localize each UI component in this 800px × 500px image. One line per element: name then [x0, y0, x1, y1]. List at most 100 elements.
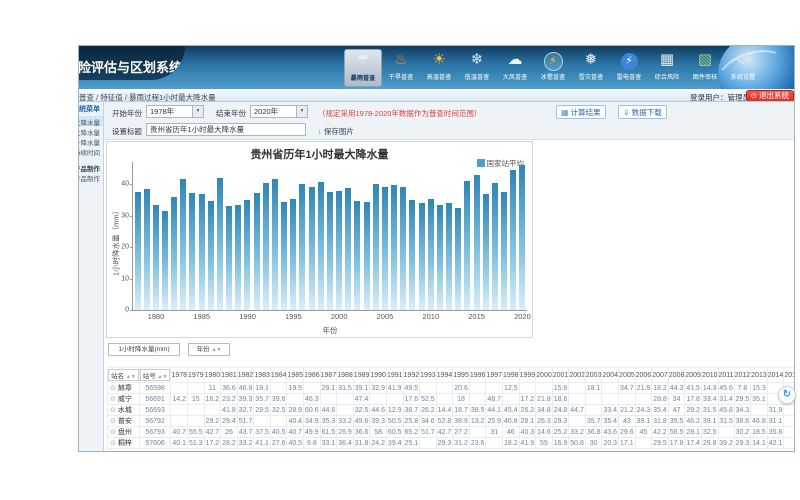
- rainstorm-icon: ☂: [345, 50, 381, 72]
- value-cell: 15.6: [552, 383, 569, 394]
- bar-1995: [290, 199, 296, 310]
- value-cell: 29.3: [734, 438, 751, 449]
- year-column-header: 1983: [254, 368, 271, 383]
- radio-icon[interactable]: ⊙: [110, 396, 116, 403]
- value-cell: 39.3: [370, 416, 387, 427]
- value-cell: 18: [453, 394, 470, 405]
- main-panel: 开始年份 1978年 ▼ 结束年份 2020年 ▼ （规定采用1978-2020…: [104, 102, 795, 452]
- value-cell: 51.3: [188, 438, 205, 449]
- value-cell: [469, 383, 486, 394]
- value-cell: [784, 405, 795, 416]
- floating-refresh-widget[interactable]: ↻: [778, 386, 796, 404]
- value-cell: [204, 405, 221, 416]
- value-cell: 14.1: [751, 438, 768, 449]
- value-cell: 41.9: [519, 438, 536, 449]
- value-cell: 28.1: [685, 427, 702, 438]
- measure-selector[interactable]: 1小时降水量(mm): [108, 343, 180, 356]
- save-image-icon: ↓: [318, 127, 322, 136]
- station-name-cell[interactable]: ⊙ 威宁: [108, 394, 140, 405]
- value-cell: [320, 394, 337, 405]
- value-cell: 18.7: [453, 405, 470, 416]
- radio-icon[interactable]: ⊙: [110, 407, 116, 414]
- nav-item-wind[interactable]: ☁大风普查: [496, 49, 534, 87]
- bar-2004: [373, 184, 379, 310]
- station-name-sort-button[interactable]: 站名 ▲▼: [108, 369, 139, 381]
- value-cell: 39.2: [718, 438, 734, 449]
- sidebar-item-4[interactable]: 基础产品制作: [79, 162, 103, 172]
- value-cell: 26.3: [536, 416, 553, 427]
- y-axis-label: 1小时降水量（mm）: [111, 207, 122, 277]
- value-cell: 35.7: [585, 416, 602, 427]
- nav-item-composite-risk[interactable]: ▦综合风险: [648, 49, 686, 87]
- app-window: 贵州省气象灾害风险评估与区划系统 ☂暴雨普查♨干旱普查☀高温普查❄低温普查☁大风…: [78, 45, 795, 452]
- bar-1999: [327, 192, 333, 310]
- year-sort-selector[interactable]: 年份 ▲▼: [188, 343, 230, 356]
- save-image-button[interactable]: ↓ 保存图片: [318, 126, 354, 137]
- value-cell: [569, 394, 586, 405]
- value-cell: 40.4: [287, 416, 304, 427]
- radio-icon[interactable]: ⊙: [110, 385, 116, 392]
- chart-title-input[interactable]: 贵州省历年1小时最大降水量: [146, 123, 306, 136]
- nav-item-hail[interactable]: ⚡冰雹普查: [534, 49, 572, 87]
- value-cell: 31: [486, 427, 503, 438]
- nav-item-snow-disaster[interactable]: ❅雪灾普查: [572, 49, 610, 87]
- value-cell: 41.5: [685, 383, 702, 394]
- station-name-cell[interactable]: ⊙ 普安: [108, 416, 140, 427]
- sidebar-item-1[interactable]: 暴雨过程日最大降水量: [79, 126, 103, 136]
- y-tick-label: 30: [121, 212, 129, 219]
- bar-2013: [455, 208, 461, 310]
- sidebar-item-5[interactable]: 普查产品制作: [79, 172, 103, 182]
- value-cell: 20.3: [602, 438, 619, 449]
- calculate-button[interactable]: ▦ 计算结果: [556, 105, 606, 119]
- value-cell: 15: [188, 394, 205, 405]
- logout-button[interactable]: ⊙ 退出系统: [746, 90, 794, 102]
- nav-item-low-temperature[interactable]: ❄低温普查: [458, 49, 496, 87]
- sidebar-item-0[interactable]: 暴雨过程1小时最大降水量: [79, 116, 103, 126]
- value-cell: 36.6: [221, 383, 238, 394]
- value-cell: 40.3: [519, 427, 536, 438]
- value-cell: [436, 383, 453, 394]
- radio-icon[interactable]: ⊙: [110, 440, 116, 447]
- value-cell: 38.9: [453, 416, 470, 427]
- nav-item-rainstorm[interactable]: ☂暴雨普查: [344, 49, 382, 87]
- station-name-cell[interactable]: ⊙ 赫章: [108, 383, 140, 394]
- map-review-icon: ▧: [686, 49, 724, 71]
- radio-icon[interactable]: ⊙: [110, 429, 116, 436]
- sidebar-item-2[interactable]: 暴雨过程累计降水量: [79, 136, 103, 146]
- nav-item-label: 系统设置: [725, 71, 761, 81]
- nav-item-high-temperature[interactable]: ☀高温普查: [420, 49, 458, 87]
- download-data-button[interactable]: ⇓ 数据下载: [618, 105, 667, 119]
- radio-icon[interactable]: ⊙: [110, 418, 116, 425]
- station-id-sort-button[interactable]: 站号 ▲▼: [140, 369, 171, 381]
- value-cell: 17.1: [619, 438, 636, 449]
- value-cell: 42.7: [204, 427, 221, 438]
- station-name-cell[interactable]: ⊙ 桐梓: [108, 438, 140, 449]
- value-cell: 36.8: [585, 427, 602, 438]
- year-column-header: 1988: [337, 368, 354, 383]
- range-note: （规定采用1978-2020年数据作为普查时间范围）: [318, 108, 481, 119]
- station-id-cell: 56792: [139, 416, 171, 427]
- nav-item-lightning[interactable]: ⚡雷电普查: [610, 49, 648, 87]
- y-tick-label: 40: [121, 181, 129, 188]
- nav-item-system-settings[interactable]: ⚙系统设置: [724, 49, 762, 87]
- bar-1980: [153, 205, 159, 310]
- sidebar-item-3[interactable]: 暴雨过程持续时间: [79, 146, 103, 156]
- end-year-select[interactable]: 2020年 ▼: [250, 105, 308, 118]
- value-cell: 55.5: [188, 427, 205, 438]
- value-cell: 33.1: [320, 438, 337, 449]
- value-cell: 28.2: [221, 438, 238, 449]
- value-cell: [751, 405, 768, 416]
- value-cell: 51.7: [237, 416, 254, 427]
- nav-item-map-review[interactable]: ▧图件审核: [686, 49, 724, 87]
- value-cell: [469, 427, 486, 438]
- bar-1983: [180, 179, 186, 310]
- station-name-cell[interactable]: ⊙ 水城: [108, 405, 140, 416]
- start-year-select[interactable]: 1978年 ▼: [146, 105, 204, 118]
- station-name-cell[interactable]: ⊙ 盘州: [108, 427, 140, 438]
- value-cell: [287, 394, 304, 405]
- nav-item-label: 雷电普查: [611, 71, 647, 81]
- year-column-header: 2007: [652, 368, 669, 383]
- value-cell: 32.9: [370, 383, 387, 394]
- value-cell: 25.9: [486, 416, 503, 427]
- nav-item-drought[interactable]: ♨干旱普查: [382, 49, 420, 87]
